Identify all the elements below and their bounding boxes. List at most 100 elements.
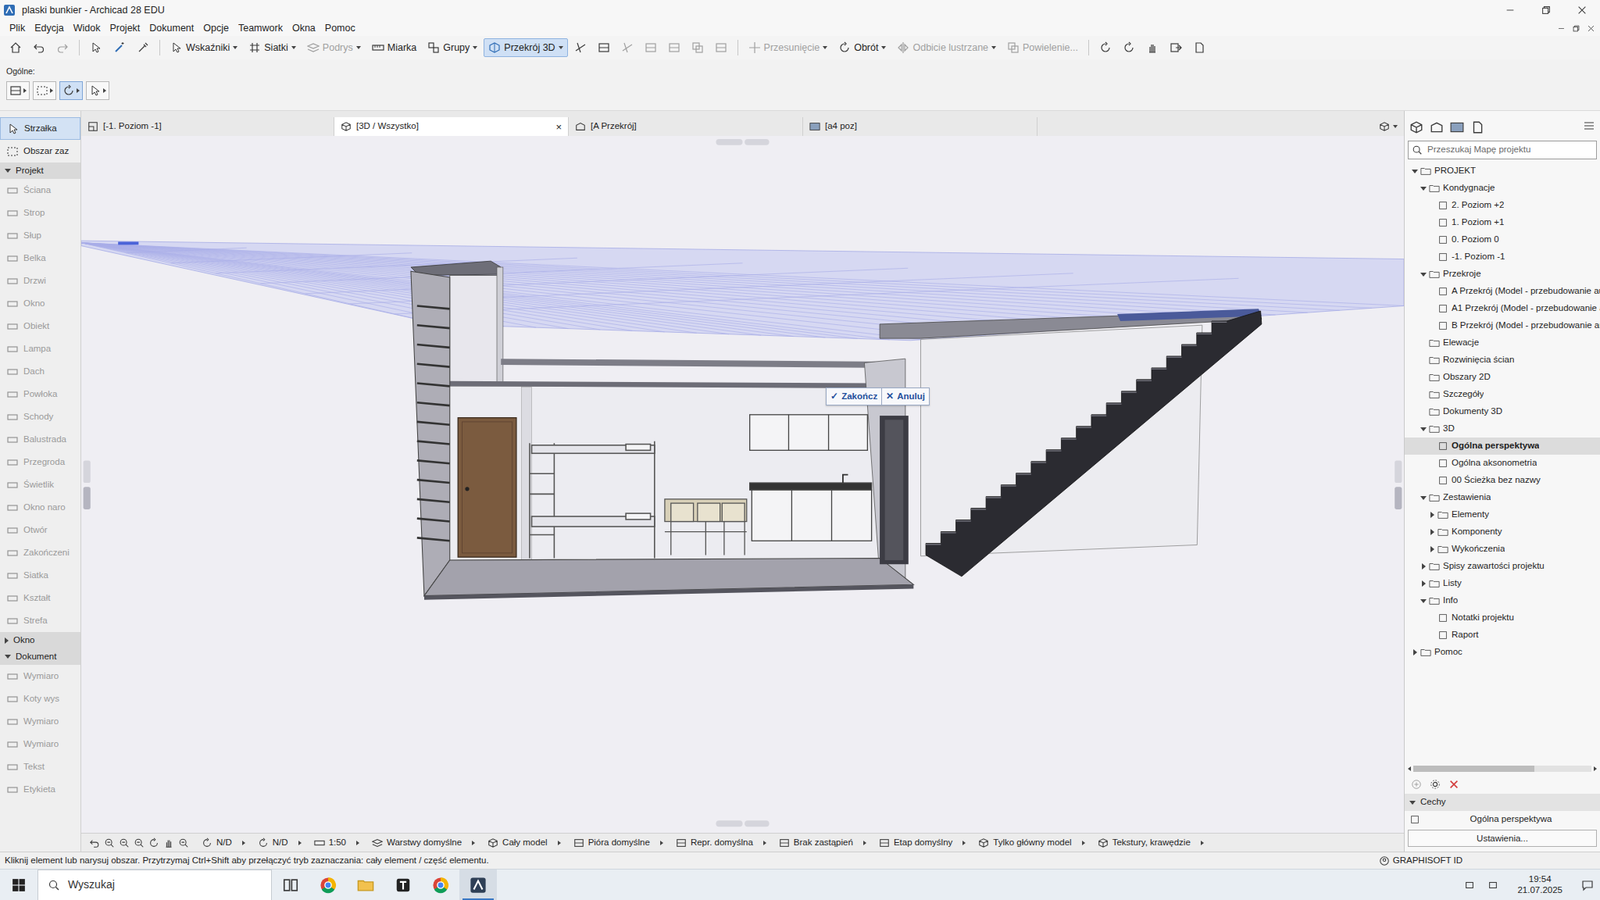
clock[interactable]: 19:5421.07.2025 [1510,874,1569,897]
toolbar-button[interactable] [569,38,592,58]
taskbar-app[interactable] [421,869,460,900]
toolbar-button[interactable] [592,38,615,58]
expand-arrow-icon[interactable] [1421,580,1426,587]
tree-item[interactable]: Wykończenia [1404,540,1600,558]
view-bar-item[interactable]: Warstwy domyślne [367,835,480,850]
view-handle[interactable] [715,820,743,827]
scroll-left-icon[interactable] [1407,766,1411,772]
view-bar-item[interactable]: 1:50 [309,835,365,850]
tree-item[interactable]: 3D [1404,420,1600,438]
info-box-button[interactable] [6,81,30,100]
view-tab[interactable]: [a4 poz] [803,117,1038,136]
tree-item[interactable]: Elewacje [1404,334,1600,352]
menu-item[interactable]: Okna [287,20,321,36]
rotate-icon[interactable] [148,837,160,849]
expand-arrow-icon[interactable] [1421,563,1426,570]
dropdown-arrow-icon[interactable] [472,46,478,50]
bunk-bed[interactable] [529,441,655,559]
settings-button[interactable]: Ustawienia... [1407,829,1597,847]
properties-header[interactable]: Cechy [1404,793,1600,811]
view-handle[interactable] [744,820,769,827]
notifications-icon[interactable] [1581,878,1594,892]
close-button[interactable] [1564,0,1600,21]
view-bar-item[interactable]: Etap domyślny [874,835,971,850]
new-view-icon[interactable] [1410,778,1422,790]
tree-item[interactable]: Elementy [1404,506,1600,524]
network-icon[interactable] [1487,879,1499,891]
taskbar-app[interactable] [459,869,497,900]
menu-item[interactable]: Dokument [144,20,199,36]
dropdown-arrow-icon[interactable] [291,46,297,50]
tree-item[interactable]: A Przekrój (Model - przebudowanie au [1404,282,1600,300]
toolbar-button[interactable] [132,38,154,58]
info-box-button[interactable] [85,81,110,100]
tree-item[interactable]: Raport [1404,626,1600,644]
tree-item[interactable]: Rozwinięcia ścian [1404,351,1600,369]
undo-icon[interactable] [89,837,100,849]
view-tab[interactable]: [3D / Wszystko]× [334,117,569,136]
expand-arrow-icon[interactable] [1420,599,1427,604]
view-handle[interactable] [83,460,91,483]
scroll-thumb[interactable] [1413,765,1535,772]
tree-item[interactable]: Ogólna perspektywa [1404,437,1600,455]
toolbox-tool[interactable]: Obszar zaz [0,139,81,163]
view-tab[interactable]: [A Przekrój] [568,117,804,136]
expand-arrow-icon[interactable] [1430,511,1435,518]
dropdown-arrow-icon[interactable] [558,46,564,50]
expand-arrow-icon[interactable] [1413,649,1418,656]
minimize-icon[interactable] [1557,24,1566,33]
view-handle[interactable] [83,486,91,510]
tree-item[interactable]: 1. Poziom +1 [1404,214,1600,232]
viewport-3d[interactable]: ✓Zakończ✕Anuluj [81,135,1404,833]
toolbar-button[interactable] [1188,38,1211,58]
building-model[interactable] [410,260,1262,600]
tree-item[interactable]: A1 Przekrój (Model - przebudowanie a [1404,300,1600,318]
view-bar-item[interactable]: Repr. domyślna [671,835,772,850]
toolbar-button[interactable]: Wskaźniki [165,38,243,58]
view-bar-item[interactable]: Tekstury, krawędzie [1092,835,1209,850]
expand-arrow-icon[interactable] [4,168,11,173]
navigator-menu-button[interactable] [1582,119,1596,136]
hand-icon[interactable] [163,837,175,849]
toolbar-button[interactable] [1117,38,1140,58]
tree-item[interactable]: 2. Poziom +2 [1404,196,1600,215]
menu-item[interactable]: Widok [68,20,106,36]
tray-arrow-icon[interactable] [1464,879,1475,891]
search-input[interactable] [1425,142,1593,158]
info-box-button[interactable] [59,81,83,100]
tree-item[interactable]: -1. Poziom -1 [1404,248,1600,266]
graphisoft-id[interactable]: GRAPHISOFT ID [1378,853,1463,868]
view-bar-item[interactable]: Cały model [482,835,566,850]
tab-bar-menu[interactable] [1378,117,1404,136]
stairs[interactable] [925,310,1262,577]
toolbar-button[interactable] [28,38,50,58]
toolbar-button[interactable] [1141,38,1164,58]
info-box-button[interactable] [32,81,57,100]
view-handle[interactable] [744,139,769,146]
close-icon[interactable] [1586,24,1596,33]
menu-item[interactable]: Pomoc [320,20,361,36]
zoom-icon[interactable] [103,837,115,849]
model-3d-view[interactable] [81,135,1404,833]
expand-arrow-icon[interactable] [1409,800,1416,805]
tree-item[interactable]: 0. Poziom 0 [1404,231,1600,249]
doc-map-icon[interactable] [1470,120,1485,135]
minimize-button[interactable] [1492,0,1529,21]
tree-item[interactable]: Przekroje [1404,265,1600,283]
tree-item[interactable]: Spisy zawartości projektu [1404,557,1600,575]
expand-arrow-icon[interactable] [1430,546,1435,553]
menu-item[interactable]: Opcje [198,20,234,36]
toolbar-button[interactable]: Obrót [833,38,891,58]
toolbar-button[interactable]: Przekrój 3D [483,38,568,58]
zoom-icon[interactable] [178,837,190,849]
tree-item[interactable]: B Przekrój (Model - przebudowanie au [1404,317,1600,335]
toolbox-section-header[interactable]: Okno [0,632,81,649]
toolbar-button[interactable] [1094,38,1117,58]
tree-item[interactable]: Zestawienia [1404,489,1600,507]
tree-item[interactable]: Obszary 2D [1404,368,1600,386]
taskbar-app[interactable] [346,869,385,900]
side-door[interactable] [879,415,909,565]
section-map-icon[interactable] [1429,120,1444,135]
expand-arrow-icon[interactable] [4,654,11,659]
dropdown-arrow-icon[interactable] [356,46,361,50]
